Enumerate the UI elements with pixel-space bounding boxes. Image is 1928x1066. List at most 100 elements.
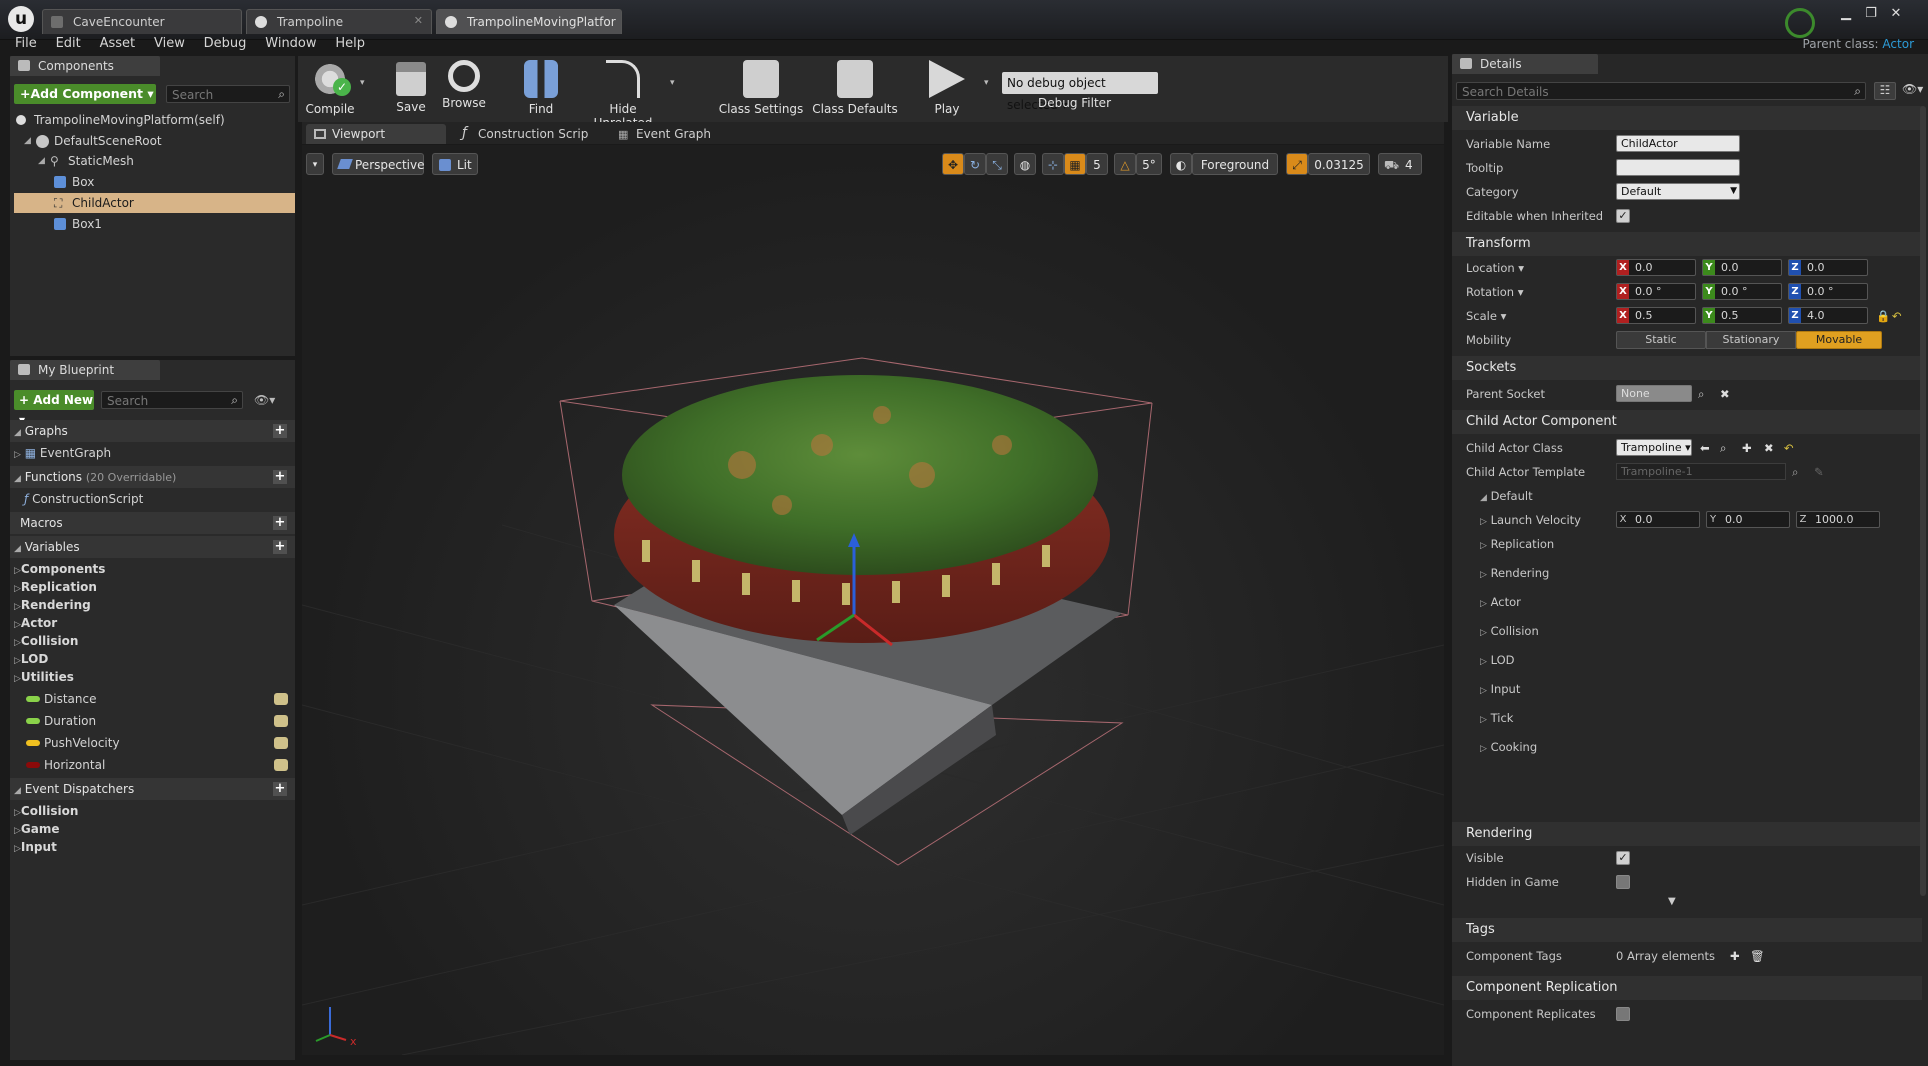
menu-edit[interactable]: Edit (56, 34, 81, 54)
tab-viewport[interactable]: Viewport (306, 124, 446, 144)
sockets-section-header[interactable]: Sockets (1452, 356, 1922, 380)
launch-velocity-x-input[interactable]: X 0.0 (1616, 511, 1700, 528)
rotation-snap-value[interactable]: 5° (1136, 153, 1162, 175)
translate-mode-icon[interactable]: ✥ (942, 153, 964, 175)
menu-debug[interactable]: Debug (204, 34, 247, 54)
location-x-input[interactable]: X 0.0 (1616, 259, 1696, 276)
visibility-eye-icon[interactable] (274, 759, 288, 771)
menu-window[interactable]: Window (265, 34, 316, 54)
tab-construction-script[interactable]: ƒ Construction Scrip (452, 124, 602, 144)
use-selected-arrow-icon[interactable]: ⬅ (1700, 436, 1710, 460)
category-lod[interactable]: ▷LOD (14, 650, 294, 668)
reset-arrow-icon[interactable]: ↶ (1784, 436, 1794, 460)
editable-inherited-checkbox[interactable]: ✓ (1616, 209, 1630, 223)
foreground-toggle[interactable]: Foreground (1192, 153, 1278, 175)
viewport-options-button[interactable]: ▾ (306, 153, 324, 175)
visible-checkbox[interactable]: ✓ (1616, 851, 1630, 865)
hidden-in-game-checkbox[interactable] (1616, 875, 1630, 889)
source-control-icon[interactable] (1785, 8, 1815, 38)
scale-y-input[interactable]: Y 0.5 (1702, 307, 1782, 324)
tree-item-box[interactable]: Box (54, 172, 294, 192)
mobility-stationary-button[interactable]: Stationary (1706, 331, 1796, 349)
details-scrollbar[interactable] (1920, 106, 1926, 896)
add-new-button[interactable]: + Add New ▾ (14, 390, 94, 427)
menu-file[interactable]: File (15, 34, 37, 54)
location-label[interactable]: Location ▾ (1466, 256, 1524, 280)
add-graph-icon[interactable]: + (273, 424, 287, 438)
lock-icon[interactable]: 🔒 (1876, 304, 1890, 328)
add-component-button[interactable]: +Add Component ▾ (14, 84, 156, 104)
add-element-icon[interactable]: ✚ (1730, 944, 1740, 968)
launch-velocity-y-input[interactable]: Y 0.0 (1706, 511, 1790, 528)
category-utilities[interactable]: ▷Utilities (14, 668, 294, 686)
layer-icon[interactable]: ◐ (1170, 153, 1192, 175)
add-dispatcher-icon[interactable]: + (273, 782, 287, 796)
location-z-input[interactable]: Z 0.0 (1788, 259, 1868, 276)
graphs-section[interactable]: ◢ Graphs + (10, 420, 295, 442)
perspective-button[interactable]: Perspective (332, 153, 425, 175)
clear-icon[interactable]: ✖ (1764, 436, 1774, 460)
close-window-icon[interactable]: ✕ (1885, 6, 1907, 24)
menu-asset[interactable]: Asset (100, 34, 136, 54)
property-matrix-icon[interactable]: ☷ (1874, 82, 1896, 100)
clear-icon[interactable]: ✖ (1720, 382, 1730, 406)
subcategory-rendering[interactable]: ▷ Rendering (1480, 561, 1920, 590)
menu-help[interactable]: Help (335, 34, 365, 54)
variable-horizontal[interactable]: Horizontal (14, 754, 294, 776)
play-button[interactable]: Play (922, 60, 972, 116)
menu-view[interactable]: View (154, 34, 185, 54)
lit-button[interactable]: Lit (432, 153, 478, 175)
collapse-arrow-icon[interactable]: ◢ (38, 151, 45, 171)
child-actor-class-dropdown[interactable]: Trampoline ▾ (1616, 439, 1692, 456)
default-category-row[interactable]: ◢ Default (1452, 484, 1922, 508)
category-collision[interactable]: ▷Collision (14, 802, 294, 820)
tree-item-self[interactable]: TrampolineMovingPlatform(self) (14, 110, 294, 130)
category-input[interactable]: ▷Input (14, 838, 294, 856)
variable-push-velocity[interactable]: PushVelocity (14, 732, 294, 754)
rotate-mode-icon[interactable]: ↻ (964, 153, 986, 175)
search-icon[interactable]: ⌕ (1698, 382, 1704, 406)
class-settings-button[interactable]: Class Settings (718, 60, 804, 116)
mobility-movable-button[interactable]: Movable (1796, 331, 1882, 349)
variable-name-input[interactable]: ChildActor (1616, 135, 1740, 152)
tab-components[interactable]: Components (10, 56, 160, 76)
visibility-eye-icon[interactable] (274, 737, 288, 749)
subcategory-actor[interactable]: ▷ Actor (1480, 590, 1920, 619)
view-options-eye-icon[interactable]: 👁▾ (254, 393, 275, 407)
category-rendering[interactable]: ▷Rendering (14, 596, 294, 614)
category-components[interactable]: ▷Components (14, 560, 294, 578)
component-replication-section-header[interactable]: Component Replication (1452, 976, 1922, 1000)
scale-snap-value[interactable]: 0.03125 (1308, 153, 1370, 175)
rotation-z-input[interactable]: Z 0.0 ° (1788, 283, 1868, 300)
parent-socket-input[interactable]: None (1616, 385, 1692, 402)
component-replicates-checkbox[interactable] (1616, 1007, 1630, 1021)
scale-label[interactable]: Scale ▾ (1466, 304, 1506, 328)
components-search-input[interactable]: Search ⌕ (166, 85, 290, 103)
scale-x-input[interactable]: X 0.5 (1616, 307, 1696, 324)
visibility-eye-icon[interactable] (274, 715, 288, 727)
tree-item-child-actor[interactable]: ⛶ ChildActor (14, 193, 295, 213)
reset-arrow-icon[interactable]: ↶ (1892, 304, 1902, 328)
world-local-icon[interactable]: ◍ (1014, 153, 1036, 175)
minimize-icon[interactable]: ▁ (1835, 6, 1857, 24)
scale-mode-icon[interactable]: ⤡ (986, 153, 1008, 175)
surface-snap-icon[interactable]: ⊹ (1042, 153, 1064, 175)
collapse-arrow-icon[interactable]: ◢ (24, 131, 31, 151)
function-item-construction-script[interactable]: ƒ ConstructionScript (24, 488, 294, 510)
debug-object-select[interactable]: No debug object selected ▾ (1002, 72, 1158, 112)
restore-icon[interactable]: ❐ (1860, 6, 1882, 24)
rotation-snap-icon[interactable]: △ (1114, 153, 1136, 175)
event-dispatchers-section[interactable]: ◢ Event Dispatchers + (10, 778, 295, 800)
functions-section[interactable]: ◢ Functions (20 Overridable) + (10, 466, 295, 488)
tree-item-default-scene-root[interactable]: ◢ DefaultSceneRoot (24, 131, 294, 151)
compile-options-arrow-icon[interactable]: ▾ (360, 78, 365, 88)
advanced-expand-arrow-icon[interactable]: ▼ (1668, 896, 1676, 907)
scale-z-input[interactable]: Z 4.0 (1788, 307, 1868, 324)
rotation-y-input[interactable]: Y 0.0 ° (1702, 283, 1782, 300)
hide-unrelated-options-arrow-icon[interactable]: ▾ (670, 78, 675, 88)
subcategory-lod[interactable]: ▷ LOD (1480, 648, 1920, 677)
graph-item-event-graph[interactable]: ▷ ▦ EventGraph (14, 442, 294, 464)
subcategory-cooking[interactable]: ▷ Cooking (1480, 735, 1920, 764)
variable-section-header[interactable]: Variable (1452, 106, 1922, 130)
parent-class-link[interactable]: Actor (1882, 37, 1914, 51)
